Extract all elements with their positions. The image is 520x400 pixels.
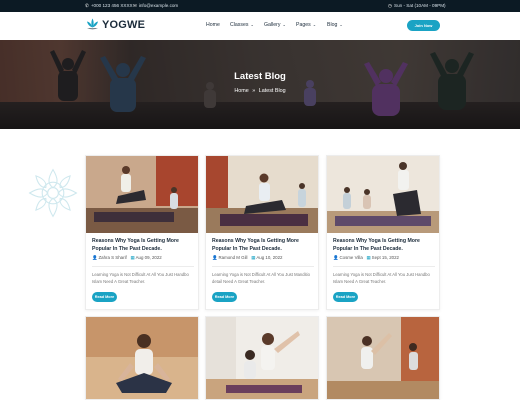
blog-card-image[interactable]: [327, 156, 440, 233]
blog-card[interactable]: Reasons Why Yoga Is Getting More Popular…: [205, 155, 319, 310]
chevron-down-icon: ⌄: [250, 22, 254, 27]
mail-icon: ✉: [133, 3, 137, 8]
join-now-button[interactable]: Join Now: [407, 20, 440, 31]
blog-card-image[interactable]: [206, 317, 319, 400]
blog-card-date: Aug 10, 2022: [256, 255, 283, 260]
phone-icon: ✆: [85, 3, 89, 8]
breadcrumb-current: Latest Blog: [258, 88, 286, 94]
menu-item-pages[interactable]: Pages ⌄: [296, 22, 316, 28]
blog-card[interactable]: [205, 316, 319, 400]
blog-card-title[interactable]: Reasons Why Yoga Is Getting More Popular…: [333, 238, 437, 253]
menu-item-blog[interactable]: Blog ⌄: [327, 22, 343, 28]
mandala-decoration-icon: [28, 168, 78, 218]
blog-card-divider: [92, 266, 194, 267]
blog-card-divider: [212, 266, 314, 267]
menu-item-home[interactable]: Home: [206, 22, 220, 28]
blog-card-image[interactable]: [86, 317, 199, 400]
blog-card-excerpt: Learning Yoga is Not Difficult At All Yo…: [212, 272, 310, 284]
blog-card[interactable]: [85, 316, 199, 400]
blog-card-date: Sept 15, 2022: [371, 255, 399, 260]
lotus-logo-icon[interactable]: [85, 17, 100, 32]
calendar-icon: ▦: [366, 255, 371, 260]
menu-item-gallery[interactable]: Gallery ⌄: [264, 22, 286, 28]
blog-card[interactable]: Reasons Why Yoga Is Getting More Popular…: [326, 155, 440, 310]
blog-card-title[interactable]: Reasons Why Yoga Is Getting More Popular…: [92, 238, 196, 253]
blog-card-divider: [333, 266, 435, 267]
page-title: Latest Blog: [234, 71, 286, 82]
blog-card-date: Aug 09, 2022: [135, 255, 162, 260]
contact-email[interactable]: ✉ info@example.com: [133, 2, 178, 10]
opening-hours: ◷ Sun - Sat (10AM - 09PM): [388, 3, 446, 8]
banner-overlay: [0, 40, 520, 129]
user-icon: 👤: [212, 255, 218, 260]
blog-card[interactable]: [326, 316, 440, 400]
blog-card-image[interactable]: [86, 156, 199, 233]
blog-card-excerpt: Learning Yoga is Not Difficult At All Yo…: [92, 272, 189, 284]
read-more-button[interactable]: Read More: [212, 292, 237, 302]
page-banner: Latest Blog Home » Latest Blog: [0, 40, 520, 129]
top-bar: ✆ +000 123 456 XXXX ✉ info@example.com ◷ Su…: [0, 0, 520, 12]
blog-card-excerpt: Learning Yoga is Not Difficult At All Yo…: [333, 272, 430, 284]
read-more-button[interactable]: Read More: [333, 292, 358, 302]
menu-item-classes[interactable]: Classes ⌄: [230, 22, 254, 28]
brand-name[interactable]: YOGWE: [102, 19, 145, 31]
blog-card-image[interactable]: [327, 317, 440, 400]
chevron-down-icon: ⌄: [282, 22, 286, 27]
calendar-icon: ▦: [130, 255, 135, 260]
user-icon: 👤: [333, 255, 339, 260]
breadcrumb: Home » Latest Blog: [0, 88, 520, 94]
breadcrumb-separator: »: [252, 88, 256, 94]
blog-card-author[interactable]: Ramond M Gill: [218, 255, 247, 260]
user-icon: 👤: [92, 255, 98, 260]
clock-icon: ◷: [388, 3, 393, 8]
calendar-icon: ▦: [251, 255, 256, 260]
blog-card-meta: 👤Zahra S Sharif ▦Aug 09, 2022: [92, 255, 162, 261]
blog-card-meta: 👤Cosme Villa ▦Sept 15, 2022: [333, 255, 399, 261]
blog-card-title[interactable]: Reasons Why Yoga Is Getting More Popular…: [212, 238, 316, 253]
blog-card-author[interactable]: Cosme Villa: [339, 255, 362, 260]
main-navigation: YOGWE Home Classes ⌄ Gallery ⌄ Pages ⌄ Blog…: [0, 12, 520, 40]
blog-card[interactable]: Reasons Why Yoga Is Getting More Popular…: [85, 155, 199, 310]
blog-card-author[interactable]: Zahra S Sharif: [98, 255, 126, 260]
blog-card-meta: 👤Ramond M Gill ▦Aug 10, 2022: [212, 255, 282, 261]
breadcrumb-home-link[interactable]: Home: [234, 88, 248, 94]
read-more-button[interactable]: Read More: [92, 292, 117, 302]
contact-phone[interactable]: ✆ +000 123 456 XXXX: [85, 2, 133, 10]
chevron-down-icon: ⌄: [339, 22, 343, 27]
blog-card-image[interactable]: [206, 156, 319, 233]
chevron-down-icon: ⌄: [312, 22, 317, 27]
